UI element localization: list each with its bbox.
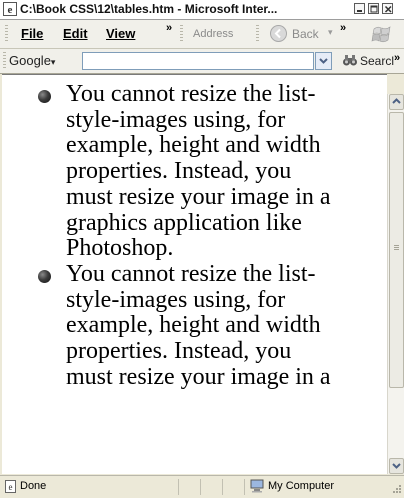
address-label: Address bbox=[193, 28, 234, 40]
google-overflow-chevron[interactable]: » bbox=[394, 52, 400, 64]
list-item: You cannot resize the list-style-images … bbox=[2, 261, 336, 391]
google-menu-button[interactable]: Google▾ bbox=[9, 53, 55, 68]
google-toolbar: Google▾ Searcl bbox=[0, 49, 404, 74]
status-text: Done bbox=[20, 480, 47, 492]
resize-grip-icon[interactable] bbox=[392, 484, 402, 494]
thumb-grip bbox=[394, 245, 399, 251]
toolbar-overflow-chevron[interactable]: » bbox=[340, 22, 346, 34]
search-dropdown-button[interactable] bbox=[315, 52, 332, 70]
close-icon bbox=[384, 5, 392, 13]
page-icon: e bbox=[5, 480, 16, 493]
scroll-down-button[interactable] bbox=[389, 458, 404, 474]
maximize-button[interactable] bbox=[368, 3, 379, 14]
ie-icon: e bbox=[3, 2, 17, 16]
windows-logo-icon bbox=[371, 26, 391, 43]
toolbar-grip-2[interactable] bbox=[180, 25, 183, 43]
menu-file[interactable]: File bbox=[21, 26, 43, 41]
minimize-button[interactable] bbox=[354, 3, 365, 14]
back-dropdown-icon[interactable]: ▾ bbox=[328, 27, 333, 38]
minimize-icon bbox=[357, 10, 362, 12]
vertical-scrollbar[interactable] bbox=[387, 94, 404, 474]
arrow-up-icon bbox=[392, 98, 401, 104]
bullet-icon bbox=[38, 269, 51, 283]
list-item: You cannot resize the list-style-images … bbox=[2, 81, 336, 262]
back-arrow-icon bbox=[270, 25, 287, 42]
menu-overflow-chevron[interactable]: » bbox=[166, 22, 172, 34]
menu-edit[interactable]: Edit bbox=[63, 26, 88, 41]
svg-text:e: e bbox=[9, 482, 13, 492]
title-bar[interactable]: e C:\Book CSS\12\tables.htm - Microsoft … bbox=[0, 0, 404, 20]
menu-view[interactable]: View bbox=[106, 26, 135, 41]
security-zone: My Computer bbox=[268, 480, 335, 492]
close-button[interactable] bbox=[382, 3, 393, 14]
toolbar-grip-3[interactable] bbox=[256, 25, 259, 43]
menu-bar: File Edit View » Address Back ▾ » bbox=[0, 20, 404, 49]
status-bar: e Done My Computer bbox=[0, 475, 404, 498]
maximize-icon bbox=[370, 5, 378, 13]
browser-window: e C:\Book CSS\12\tables.htm - Microsoft … bbox=[0, 0, 404, 498]
window-title: C:\Book CSS\12\tables.htm - Microsoft In… bbox=[20, 2, 278, 16]
chevron-down-icon bbox=[319, 58, 328, 64]
svg-text:e: e bbox=[8, 4, 13, 16]
bullet-icon bbox=[38, 90, 51, 103]
google-search-input[interactable] bbox=[82, 52, 314, 70]
toolbar-grip-4[interactable] bbox=[3, 52, 6, 70]
google-search-button[interactable]: Searcl bbox=[342, 52, 394, 70]
page-content: You cannot resize the list-style-images … bbox=[2, 74, 387, 474]
scroll-thumb[interactable] bbox=[389, 112, 404, 388]
bulleted-list: You cannot resize the list-style-images … bbox=[2, 81, 387, 391]
toolbar-grip[interactable] bbox=[5, 25, 8, 43]
arrow-down-icon bbox=[392, 463, 401, 469]
scroll-up-button[interactable] bbox=[389, 94, 404, 110]
computer-icon bbox=[250, 479, 264, 493]
binoculars-icon bbox=[343, 55, 357, 66]
